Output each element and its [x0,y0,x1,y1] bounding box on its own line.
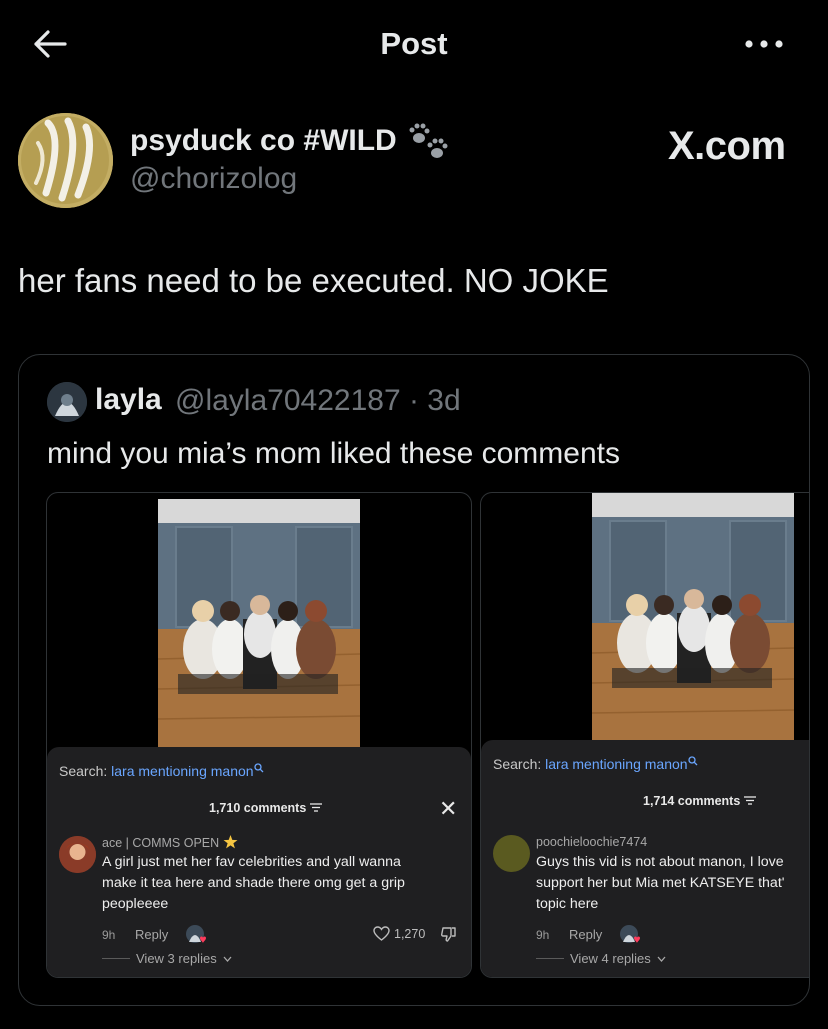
search-label: Search: [493,756,542,772]
comment-line: peopleeee [102,896,169,912]
comment-time: 9h [536,928,550,942]
comment-line: A girl just met her fav celebrities and … [102,854,401,870]
top-bar: Post [0,0,828,90]
comments-count: 1,714 comments [643,794,756,808]
avatar-image [59,836,96,873]
view-replies-button[interactable]: View 4 replies [536,951,666,966]
comment-username-text: ace | COMMS OPEN [102,836,220,850]
comment-username[interactable]: poochieloochie7474 [536,835,647,849]
quote-text: mind you mia’s mom liked these comments [47,437,620,470]
like-count: 1,270 [394,926,426,941]
view-replies-button[interactable]: View 3 replies [102,951,232,966]
commenter-avatar[interactable] [59,836,96,873]
author-handle[interactable]: @chorizolog [130,162,297,196]
author-name-text: psyduck co #WILD [130,124,397,157]
tweet-text: her fans need to be executed. NO JOKE [18,262,609,299]
comment-line: make it tea here and shade there omg get… [102,875,405,891]
more-options-button[interactable] [740,30,788,58]
quote-avatar[interactable] [47,382,87,422]
quote-handle-time[interactable]: @layla70422187 · 3d [175,384,461,418]
page-title: Post [380,26,448,61]
paw-prints-icon [409,123,448,158]
search-line[interactable]: Search: lara mentioning manon [493,756,698,772]
chevron-down-icon [657,956,666,962]
comments-count: 1,710 comments [209,801,322,815]
comment-body: A girl just met her fav celebrities and … [102,852,405,915]
search-label: Search: [59,763,108,779]
reply-button[interactable]: Reply [135,927,168,942]
creator-liked-avatar [186,925,206,943]
search-link[interactable]: lara mentioning manon [545,756,687,772]
comments-panel: Search: lara mentioning manon 1,714 comm… [481,740,809,977]
comments-count-text: 1,710 comments [209,801,307,815]
divider [536,958,564,959]
view-replies-text: View 4 replies [570,951,651,966]
like-button[interactable]: 1,270 [373,926,425,941]
comment-line: Guys this vid is not about manon, I love [536,854,784,870]
search-icon [253,763,264,773]
filter-icon [309,803,322,812]
comment-line: topic here [536,896,599,912]
view-replies-text: View 3 replies [136,951,217,966]
quote-author-name[interactable]: layla [95,383,162,417]
search-line[interactable]: Search: lara mentioning manon [59,763,264,779]
media-image-1[interactable]: Search: lara mentioning manon 1,710 comm… [46,492,472,978]
commenter-avatar[interactable] [493,835,530,872]
creator-liked-avatar [620,925,640,943]
arrow-left-icon [34,30,67,58]
heart-outline-icon [373,926,390,941]
comment-time: 9h [102,928,116,942]
search-icon [687,756,698,766]
filter-icon [743,796,756,805]
more-horizontal-icon [745,40,783,48]
group-photo [158,499,360,747]
divider [102,958,130,959]
reply-button[interactable]: Reply [569,927,602,942]
comments-panel: Search: lara mentioning manon 1,710 comm… [47,747,471,977]
back-button[interactable] [28,24,72,64]
star-icon [223,835,238,849]
comment-body: Guys this vid is not about manon, I love… [536,852,784,915]
group-photo [592,493,794,740]
dislike-icon[interactable] [440,926,457,943]
quoted-post[interactable]: layla @layla70422187 · 3d mind you mia’s… [18,354,810,1006]
comment-username[interactable]: ace | COMMS OPEN [102,835,238,850]
xcom-watermark: X.com [668,124,786,168]
chevron-down-icon [223,956,232,962]
comments-count-text: 1,714 comments [643,794,741,808]
search-link[interactable]: lara mentioning manon [111,763,253,779]
comment-line: support her but Mia met KATSEYE that' [536,875,785,891]
author-name[interactable]: psyduck co #WILD [130,121,449,161]
author-avatar[interactable] [18,113,113,208]
claw-scratch-logo [18,113,113,208]
close-icon[interactable]: ✕ [439,796,457,822]
avatar-image [47,382,87,422]
media-image-2[interactable]: Search: lara mentioning manon 1,714 comm… [480,492,809,978]
